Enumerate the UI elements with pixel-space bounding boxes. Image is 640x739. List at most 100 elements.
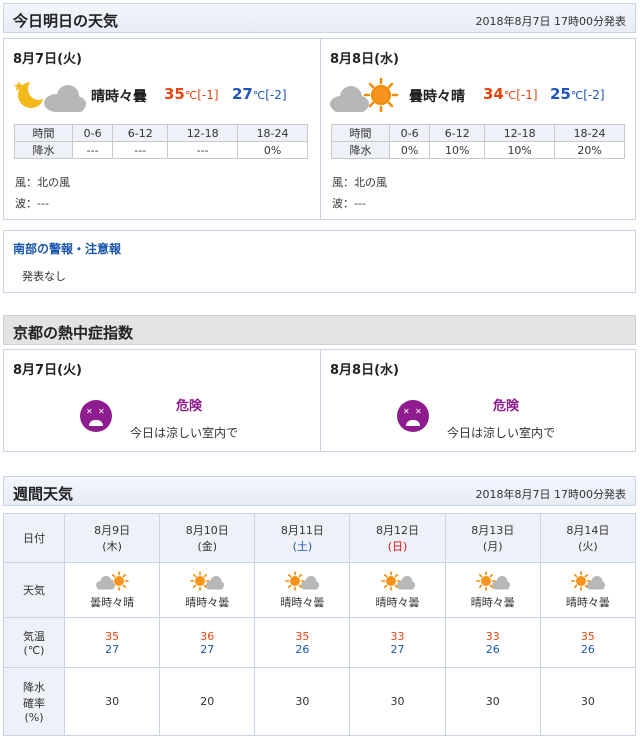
- weekly-forecast-table: 日付 8月9日 (木) 8月10日 (金) 8月11日 (土) 8月12日 (日) 8月…: [3, 513, 637, 736]
- heat-index-day: 8月8日(水) ✕ ✕ 危険 今日は涼しい室内で: [320, 350, 636, 451]
- heat-date: 8月7日(火): [13, 363, 82, 378]
- pop-period: 0-6: [388, 124, 431, 142]
- weekly-weather-cell: 晴時々曇: [349, 562, 446, 618]
- precipitation-table: 時間 0-6 6-12 12-18 18-24 降水 0% 10% 10% 20…: [331, 124, 625, 159]
- weekly-date-cell: 8月13日 (月): [444, 513, 541, 563]
- heat-advice: 今日は涼しい室内で: [447, 426, 556, 440]
- warning-panel: 南部の警報・注意報 発表なし: [3, 230, 636, 293]
- forecast-telop: 晴時々曇: [91, 89, 147, 105]
- pop-value: 0%: [388, 141, 431, 159]
- weekly-weather-cell: 晴時々曇: [539, 562, 637, 618]
- heat-section-title: 京都の熱中症指数: [13, 324, 134, 342]
- weekly-temp-cell: 35 26: [539, 617, 637, 668]
- precipitation-table: 時間 0-6 6-12 12-18 18-24 降水 --- --- --- 0…: [14, 124, 308, 159]
- weekly-weather-cell: 晴時々曇: [159, 562, 256, 618]
- pop-period: 12-18: [167, 124, 239, 142]
- weekly-pop-cell: 30: [539, 667, 637, 736]
- weekly-temp-cell: 35 26: [254, 617, 351, 668]
- row-label-temperature: 気温 (℃): [3, 617, 65, 668]
- row-label-date: 日付: [3, 513, 65, 563]
- forecast-date: 8月7日(火): [13, 52, 82, 67]
- weekly-date-cell: 8月10日 (金): [159, 513, 256, 563]
- pop-value: ---: [167, 141, 239, 159]
- forecast-date: 8月8日(水): [330, 52, 399, 67]
- weekly-pop-cell: 20: [159, 667, 256, 736]
- row-label-weather: 天気: [3, 562, 65, 618]
- heat-advice: 今日は涼しい室内で: [130, 426, 239, 440]
- pop-value: 10%: [484, 141, 556, 159]
- tomorrow-forecast-day: 8月8日(水) 曇時々晴 34℃[-1] 25℃[-2] 時間 0-6 6-12…: [320, 39, 636, 219]
- weekly-temp-cell: 36 27: [159, 617, 256, 668]
- weekly-published-time: 2018年8月7日 17時00分発表: [475, 488, 626, 501]
- max-temperature: 34℃[-1]: [483, 85, 538, 103]
- weekly-date-cell: 8月9日 (木): [63, 513, 161, 563]
- weekly-temp-cell: 33 26: [444, 617, 541, 668]
- sun-cloud-icon: [571, 570, 605, 591]
- weekly-pop-cell: 30: [254, 667, 351, 736]
- pop-period: 6-12: [429, 124, 486, 142]
- weekly-weather-text: 晴時々曇: [565, 595, 610, 609]
- danger-face-icon: ✕ ✕: [397, 400, 429, 432]
- heat-level: 危険: [176, 399, 203, 414]
- weekly-pop-cell: 30: [444, 667, 541, 736]
- pop-period: 0-6: [71, 124, 114, 142]
- max-temperature: 35℃[-1]: [164, 85, 219, 103]
- weekly-pop-cell: 30: [63, 667, 161, 736]
- weekly-date-cell: 8月12日 (日): [349, 513, 446, 563]
- sun-cloud-icon: [380, 570, 415, 591]
- min-temperature: 27℃[-2]: [232, 85, 287, 103]
- danger-face-icon: ✕ ✕: [80, 400, 112, 432]
- row-label-precipitation: 降水 確率 (%): [3, 667, 65, 736]
- min-temperature: 25℃[-2]: [550, 85, 605, 103]
- pop-period: 18-24: [237, 124, 308, 142]
- weekly-weather-text: 晴時々曇: [375, 595, 420, 609]
- weekly-date-cell: 8月14日 (火): [539, 513, 637, 563]
- weekly-weather-text: 晴時々曇: [470, 595, 515, 609]
- sun-cloud-icon: [475, 570, 510, 591]
- pop-period: 18-24: [554, 124, 625, 142]
- weekly-weather-cell: 晴時々曇: [254, 562, 351, 618]
- pop-header-label: 時間: [331, 124, 390, 142]
- forecast-telop: 曇時々晴: [409, 89, 465, 105]
- pop-period: 12-18: [484, 124, 556, 142]
- today-forecast-day: 8月7日(火) 晴時々曇 35℃[-1] 27℃[-2] 時間 0-6 6-12…: [4, 39, 320, 219]
- wind-info: 風：北の風: [15, 176, 70, 189]
- heat-index-day: 8月7日(火) ✕ ✕ 危険 今日は涼しい室内で: [4, 350, 320, 451]
- heat-section-header: 京都の熱中症指数: [3, 315, 636, 345]
- today-section-header: 今日明日の天気 2018年8月7日 17時00分発表: [3, 3, 636, 33]
- pop-value: ---: [71, 141, 114, 159]
- pop-value: ---: [112, 141, 169, 159]
- wave-info: 波：---: [332, 197, 366, 210]
- heat-level: 危険: [493, 399, 520, 414]
- pop-row-label: 降水: [331, 141, 390, 159]
- weekly-pop-cell: 30: [349, 667, 446, 736]
- weekly-weather-cell: 晴時々曇: [444, 562, 541, 618]
- weekly-weather-cell: 曇時々晴: [63, 562, 161, 618]
- weekly-temp-cell: 35 27: [63, 617, 161, 668]
- cloud-sun-icon: [330, 77, 399, 113]
- wave-info: 波：---: [15, 197, 49, 210]
- warning-link[interactable]: 南部の警報・注意報: [13, 240, 121, 257]
- cloud-sun-icon: [96, 570, 129, 591]
- warning-status: 発表なし: [22, 270, 66, 283]
- weekly-section-title: 週間天気: [13, 485, 74, 503]
- weekly-weather-text: 晴時々曇: [185, 595, 230, 609]
- weekly-section-header: 週間天気 2018年8月7日 17時00分発表: [3, 476, 636, 506]
- today-forecast-panel: 8月7日(火) 晴時々曇 35℃[-1] 27℃[-2] 時間 0-6 6-12…: [3, 38, 636, 220]
- weekly-date-cell: 8月11日 (土): [254, 513, 351, 563]
- pop-value: 10%: [429, 141, 486, 159]
- pop-value: 20%: [554, 141, 625, 159]
- today-section-title: 今日明日の天気: [13, 12, 119, 30]
- moon-cloud-icon: [14, 78, 86, 112]
- weekly-weather-text: 晴時々曇: [280, 595, 325, 609]
- pop-header-label: 時間: [14, 124, 73, 142]
- wind-info: 風：北の風: [332, 176, 387, 189]
- heat-date: 8月8日(水): [330, 363, 399, 378]
- sun-cloud-icon: [190, 570, 225, 591]
- heat-index-panel: 8月7日(火) ✕ ✕ 危険 今日は涼しい室内で 8月8日(水) ✕ ✕ 危険 今日…: [3, 349, 636, 452]
- weekly-weather-text: 曇時々晴: [90, 595, 135, 609]
- sun-cloud-icon: [285, 570, 320, 591]
- pop-period: 6-12: [112, 124, 169, 142]
- pop-value: 0%: [237, 141, 308, 159]
- today-published-time: 2018年8月7日 17時00分発表: [475, 15, 626, 28]
